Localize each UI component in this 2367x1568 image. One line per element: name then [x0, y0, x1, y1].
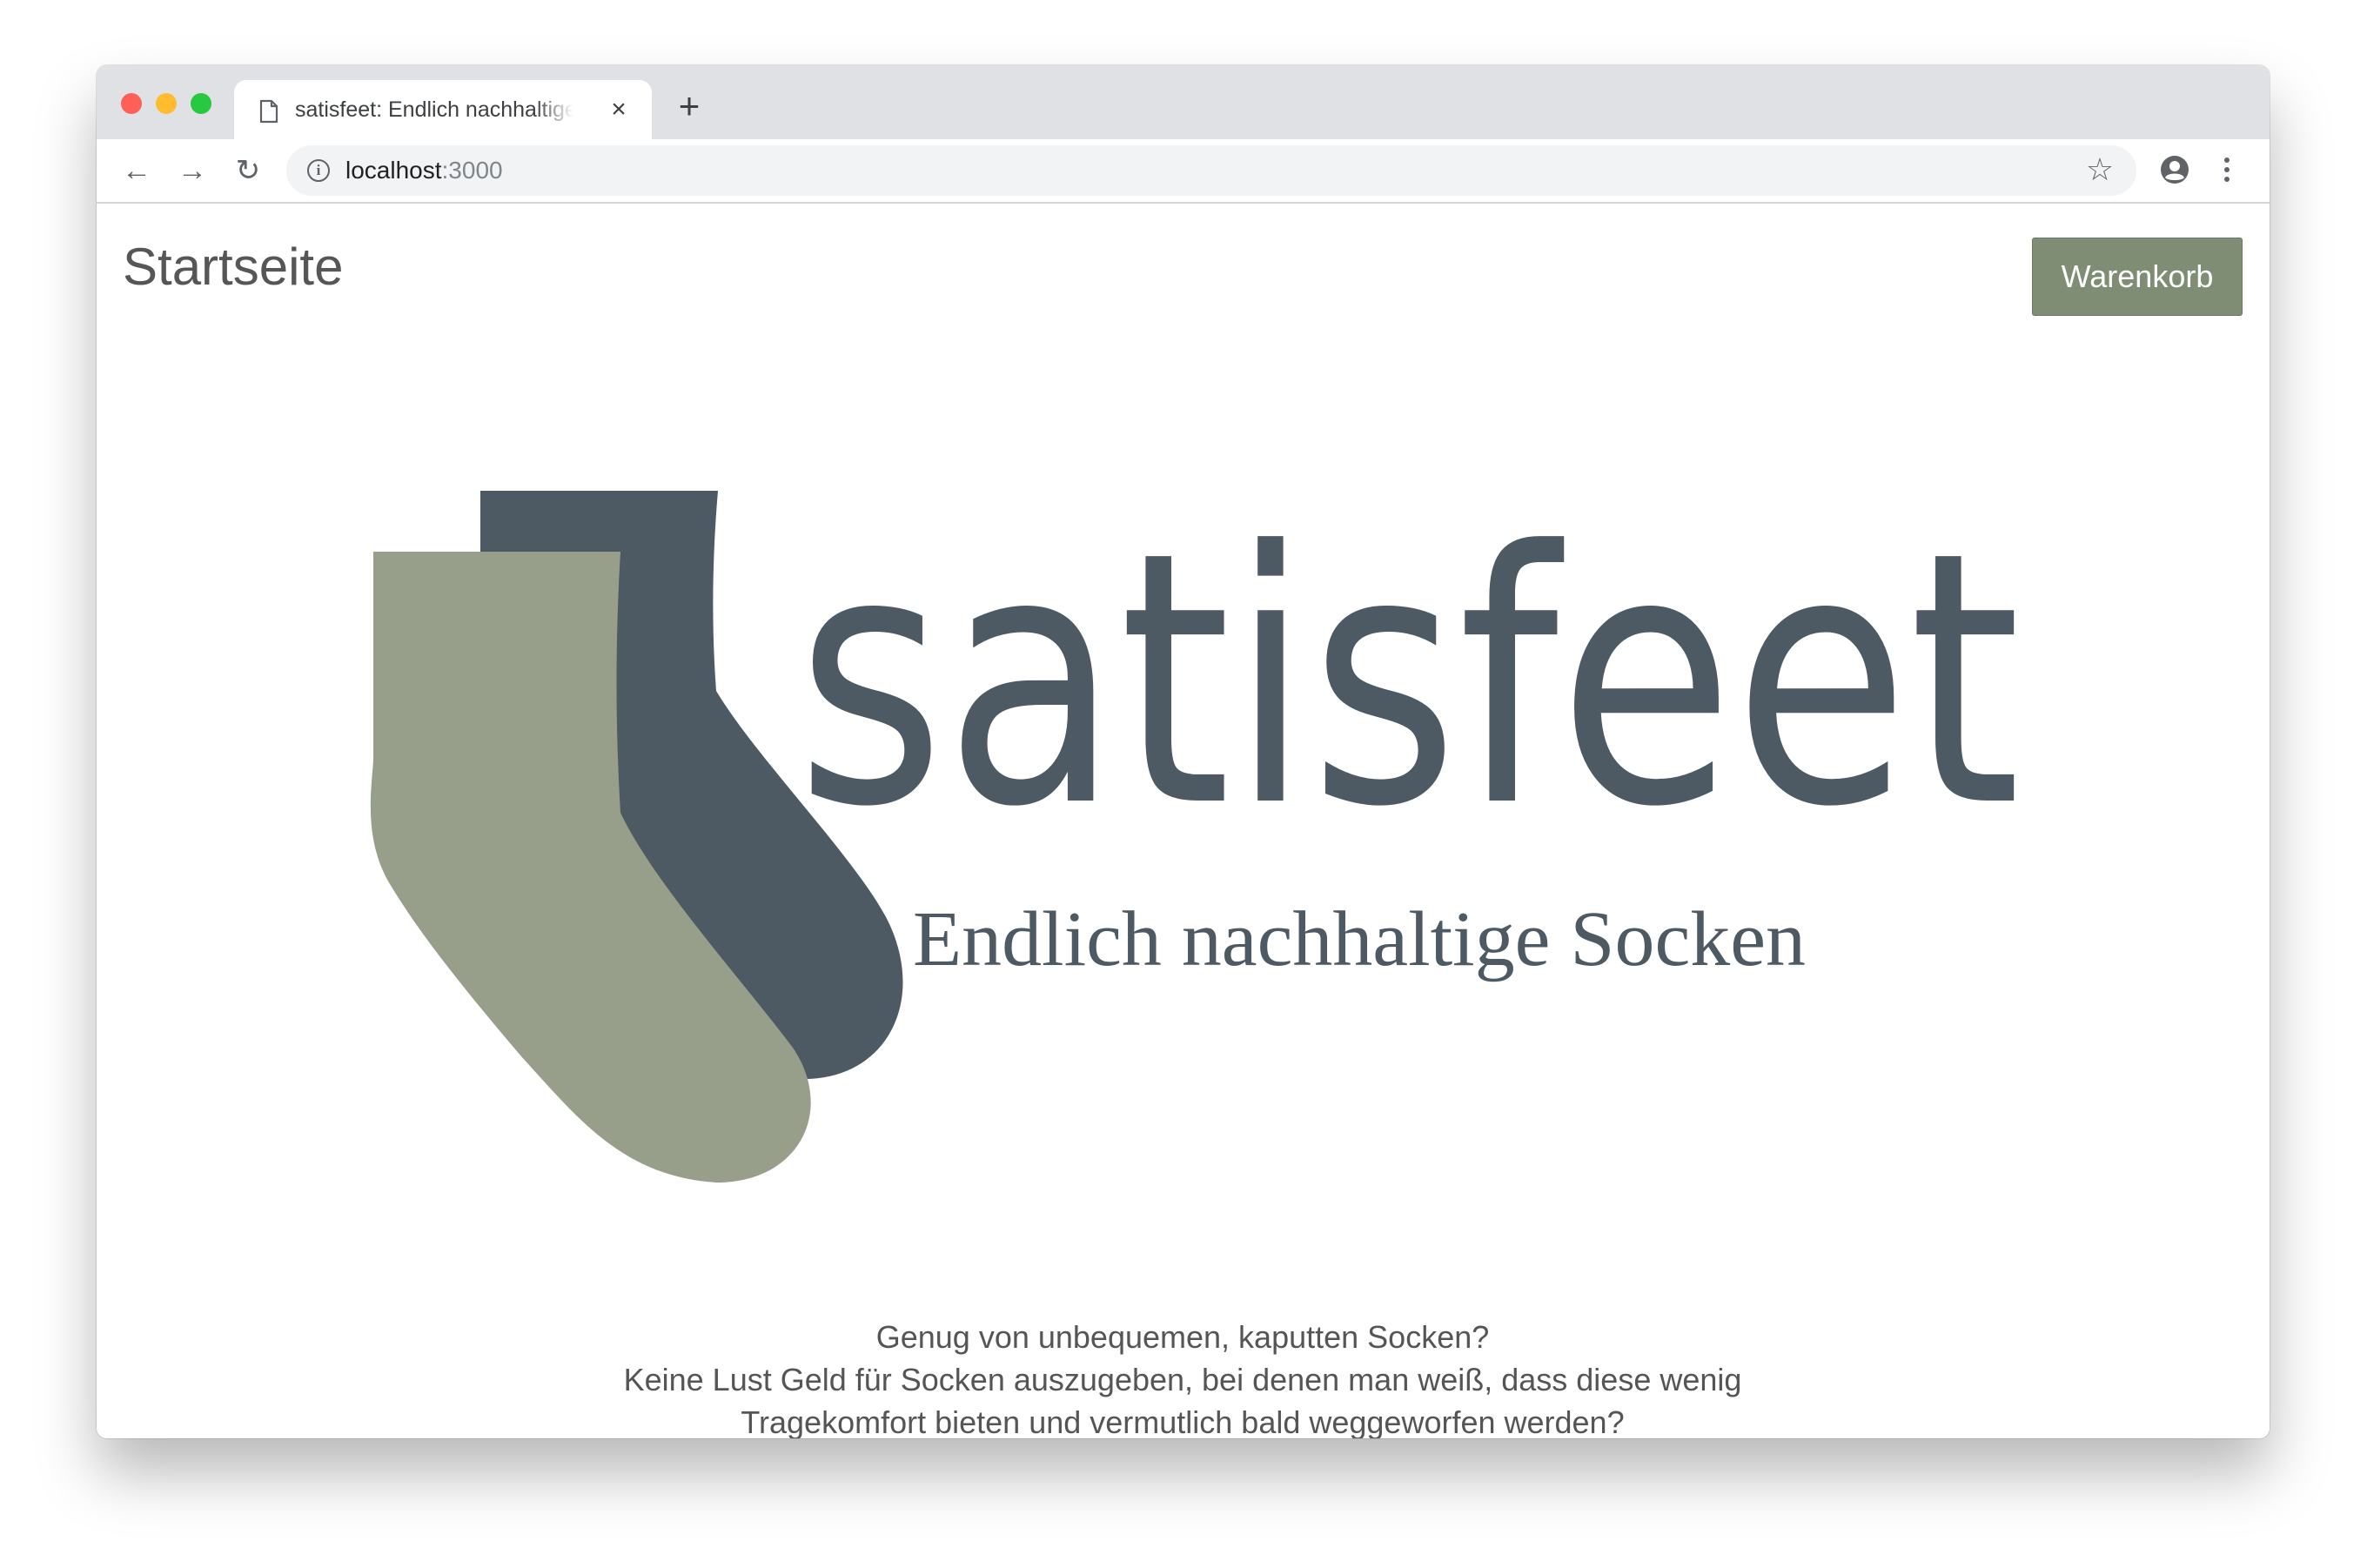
tab-close-icon[interactable]: × [607, 97, 631, 123]
satisfeet-logo: satisfeet Endlich nachhaltige Socken [370, 479, 2021, 1183]
browser-window: satisfeet: Endlich nachhaltige Socken × … [97, 65, 2270, 1438]
url-port: :3000 [441, 157, 503, 184]
browser-tab[interactable]: satisfeet: Endlich nachhaltige Socken × [234, 80, 652, 139]
bookmark-star-icon[interactable]: ☆ [2084, 154, 2116, 185]
close-window-button[interactable] [121, 93, 142, 114]
reload-icon[interactable]: ↻ [232, 155, 264, 186]
logo-wordmark: satisfeet [796, 479, 2021, 883]
site-info-icon[interactable]: i [307, 159, 330, 182]
logo-tagline: Endlich nachhaltige Socken [913, 896, 1806, 982]
intro-text: Genug von unbequemen, kaputten Socken? K… [573, 1316, 1792, 1438]
intro-line: Genug von unbequemen, kaputten Socken? [875, 1319, 1490, 1355]
title-bar: satisfeet: Endlich nachhaltige Socken × … [97, 65, 2270, 139]
page-content: Startseite Warenkorb satisfeet Endlich n… [97, 204, 2270, 1438]
forward-icon[interactable]: → [177, 155, 208, 186]
account-icon[interactable] [2159, 154, 2190, 185]
tab-title: satisfeet: Endlich nachhaltige Socken [295, 97, 573, 122]
url-text[interactable]: localhost:3000 [345, 145, 503, 196]
new-tab-button[interactable]: + [674, 88, 705, 124]
intro-line: Keine Lust Geld für Socken auszugeben, b… [623, 1362, 1742, 1438]
url-host: localhost [345, 157, 442, 184]
back-icon[interactable]: ← [121, 155, 152, 186]
minimize-window-button[interactable] [156, 93, 177, 114]
more-menu-icon[interactable] [2218, 154, 2236, 185]
address-bar[interactable]: i localhost:3000 ☆ [286, 145, 2136, 196]
maximize-window-button[interactable] [191, 93, 211, 114]
browser-toolbar: ← → ↻ i localhost:3000 ☆ [97, 139, 2270, 204]
document-icon [259, 99, 278, 124]
